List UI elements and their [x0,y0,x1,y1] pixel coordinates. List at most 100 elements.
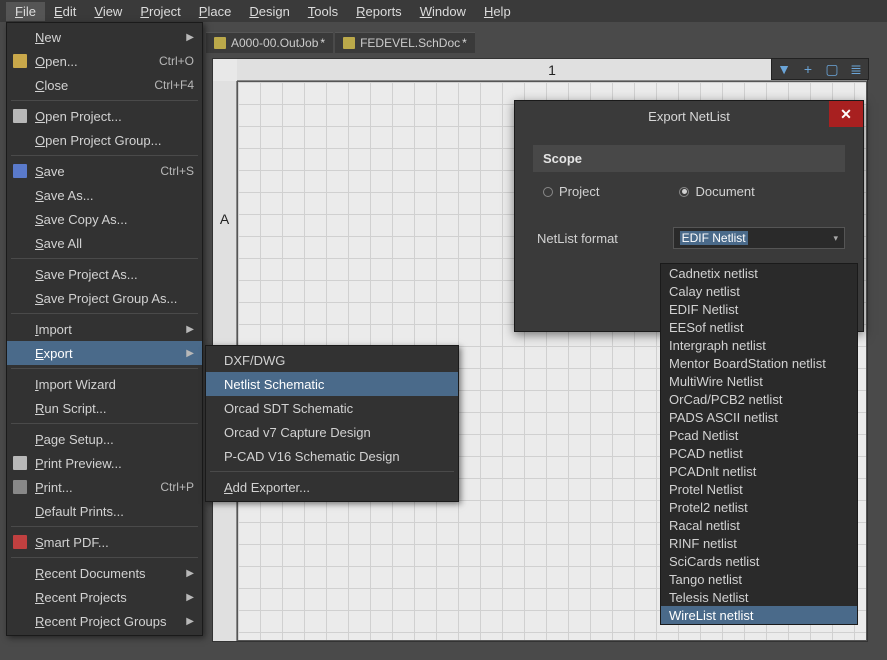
menu-edit[interactable]: Edit [45,2,85,21]
menu-item-open[interactable]: Open...Ctrl+O [7,49,202,73]
menu-window[interactable]: Window [411,2,475,21]
netlist-option[interactable]: Pcad Netlist [661,426,857,444]
menu-item-page-setup[interactable]: Page Setup... [7,427,202,451]
menu-tools[interactable]: Tools [299,2,347,21]
netlist-option[interactable]: SciCards netlist [661,552,857,570]
filter-icon[interactable]: ▼ [772,59,796,79]
menu-item-label: Save Project As... [35,267,138,282]
menu-item-label: Print... [35,480,73,495]
menu-item-save-all[interactable]: Save All [7,231,202,255]
export-item[interactable]: Orcad v7 Capture Design [206,420,458,444]
menu-project[interactable]: Project [131,2,189,21]
menu-item-save-proj[interactable]: Save Project As... [7,262,202,286]
export-item[interactable]: DXF/DWG [206,348,458,372]
menu-item-label: Open Project... [35,109,122,124]
menu-item-new[interactable]: New ▶ [7,25,202,49]
canvas-toolbar: ▼ + ▢ ≣ [771,58,869,80]
netlist-option[interactable]: PCAD netlist [661,444,857,462]
menu-item-save-as[interactable]: Save As... [7,183,202,207]
export-item[interactable]: P-CAD V16 Schematic Design [206,444,458,468]
menu-item-print[interactable]: Print... Ctrl+P [7,475,202,499]
menu-item-label: Close [35,78,68,93]
menu-item-save-copy[interactable]: Save Copy As... [7,207,202,231]
radio-document[interactable]: Document [679,184,754,199]
shortcut-label: Ctrl+P [160,480,194,494]
netlist-format-combo[interactable]: EDIF Netlist ▾ [673,227,845,249]
netlist-option[interactable]: Intergraph netlist [661,336,857,354]
menu-separator [11,526,198,527]
radio-icon [679,187,689,197]
netlist-option[interactable]: Cadnetix netlist [661,264,857,282]
menu-item-export[interactable]: Export▶ [7,341,202,365]
netlist-option[interactable]: OrCad/PCB2 netlist [661,390,857,408]
netlist-option[interactable]: Protel2 netlist [661,498,857,516]
menu-item-label: Netlist Schematic [224,377,324,392]
menu-item-smart-pdf[interactable]: Smart PDF... [7,530,202,554]
document-tab[interactable]: A000-00.OutJob * [206,32,333,53]
netlist-option[interactable]: Calay netlist [661,282,857,300]
rect-icon[interactable]: ▢ [820,59,844,79]
menu-item-label: DXF/DWG [224,353,285,368]
menu-place[interactable]: Place [190,2,241,21]
menu-item-open-group[interactable]: Open Project Group... [7,128,202,152]
menu-item-label: Open Project Group... [35,133,161,148]
netlist-option[interactable]: EDIF Netlist [661,300,857,318]
export-item[interactable]: Netlist Schematic [206,372,458,396]
menu-item-recent-docs[interactable]: Recent Documents▶ [7,561,202,585]
menu-item-save[interactable]: SaveCtrl+S [7,159,202,183]
menu-item-label: Save Project Group As... [35,291,177,306]
netlist-option[interactable]: Racal netlist [661,516,857,534]
menu-separator [11,423,198,424]
menu-item-label: Open... [35,54,78,69]
file-menu: New ▶ Open...Ctrl+OCloseCtrl+F4 Open Projec… [6,22,203,636]
menu-item-print-preview[interactable]: Print Preview... [7,451,202,475]
list-icon[interactable]: ≣ [844,59,868,79]
netlist-option[interactable]: EESof netlist [661,318,857,336]
menu-item-run-script[interactable]: Run Script... [7,396,202,420]
menu-item-recent-groups[interactable]: Recent Project Groups▶ [7,609,202,633]
netlist-option[interactable]: Telesis Netlist [661,588,857,606]
menu-help[interactable]: Help [475,2,520,21]
netlist-option[interactable]: RINF netlist [661,534,857,552]
menu-separator [210,471,454,472]
dirty-indicator: * [320,36,325,50]
document-icon [214,37,226,49]
netlist-option[interactable]: Tango netlist [661,570,857,588]
submenu-arrow-icon: ▶ [186,32,194,43]
menu-item-import-wiz[interactable]: Import Wizard [7,372,202,396]
plus-icon[interactable]: + [796,59,820,79]
menu-item-label: Recent Documents [35,566,146,581]
menu-item-label: Smart PDF... [35,535,109,550]
netlist-option[interactable]: WireList netlist [661,606,857,624]
menu-item-label: Save As... [35,188,94,203]
document-tab[interactable]: FEDEVEL.SchDoc * [335,32,475,53]
menu-item-default-prints[interactable]: Default Prints... [7,499,202,523]
menu-design[interactable]: Design [240,2,298,21]
tab-bar: A000-00.OutJob *FEDEVEL.SchDoc * [206,30,477,54]
radio-project[interactable]: Project [543,184,599,199]
netlist-option[interactable]: PADS ASCII netlist [661,408,857,426]
menu-item-import[interactable]: Import▶ [7,317,202,341]
menu-item-open-project[interactable]: Open Project... [7,104,202,128]
close-button[interactable]: ✕ [829,101,863,127]
menu-file[interactable]: File [6,2,45,21]
netlist-option[interactable]: Mentor BoardStation netlist [661,354,857,372]
menu-item-label: New [35,30,61,45]
export-item[interactable]: Orcad SDT Schematic [206,396,458,420]
menu-item-close[interactable]: CloseCtrl+F4 [7,73,202,97]
dialog-title-bar[interactable]: Export NetList ✕ [515,101,863,131]
add-exporter[interactable]: Add Exporter... [206,475,458,499]
netlist-option[interactable]: Protel Netlist [661,480,857,498]
menu-item-label: Run Script... [35,401,107,416]
radio-icon [543,187,553,197]
menubar: FileEditViewProjectPlaceDesignToolsRepor… [0,0,887,22]
submenu-arrow-icon: ▶ [186,324,194,335]
menu-separator [11,557,198,558]
menu-item-recent-projs[interactable]: Recent Projects▶ [7,585,202,609]
menu-item-label: Default Prints... [35,504,124,519]
menu-view[interactable]: View [85,2,131,21]
netlist-option[interactable]: PCADnlt netlist [661,462,857,480]
netlist-option[interactable]: MultiWire Netlist [661,372,857,390]
menu-item-save-group[interactable]: Save Project Group As... [7,286,202,310]
menu-reports[interactable]: Reports [347,2,411,21]
